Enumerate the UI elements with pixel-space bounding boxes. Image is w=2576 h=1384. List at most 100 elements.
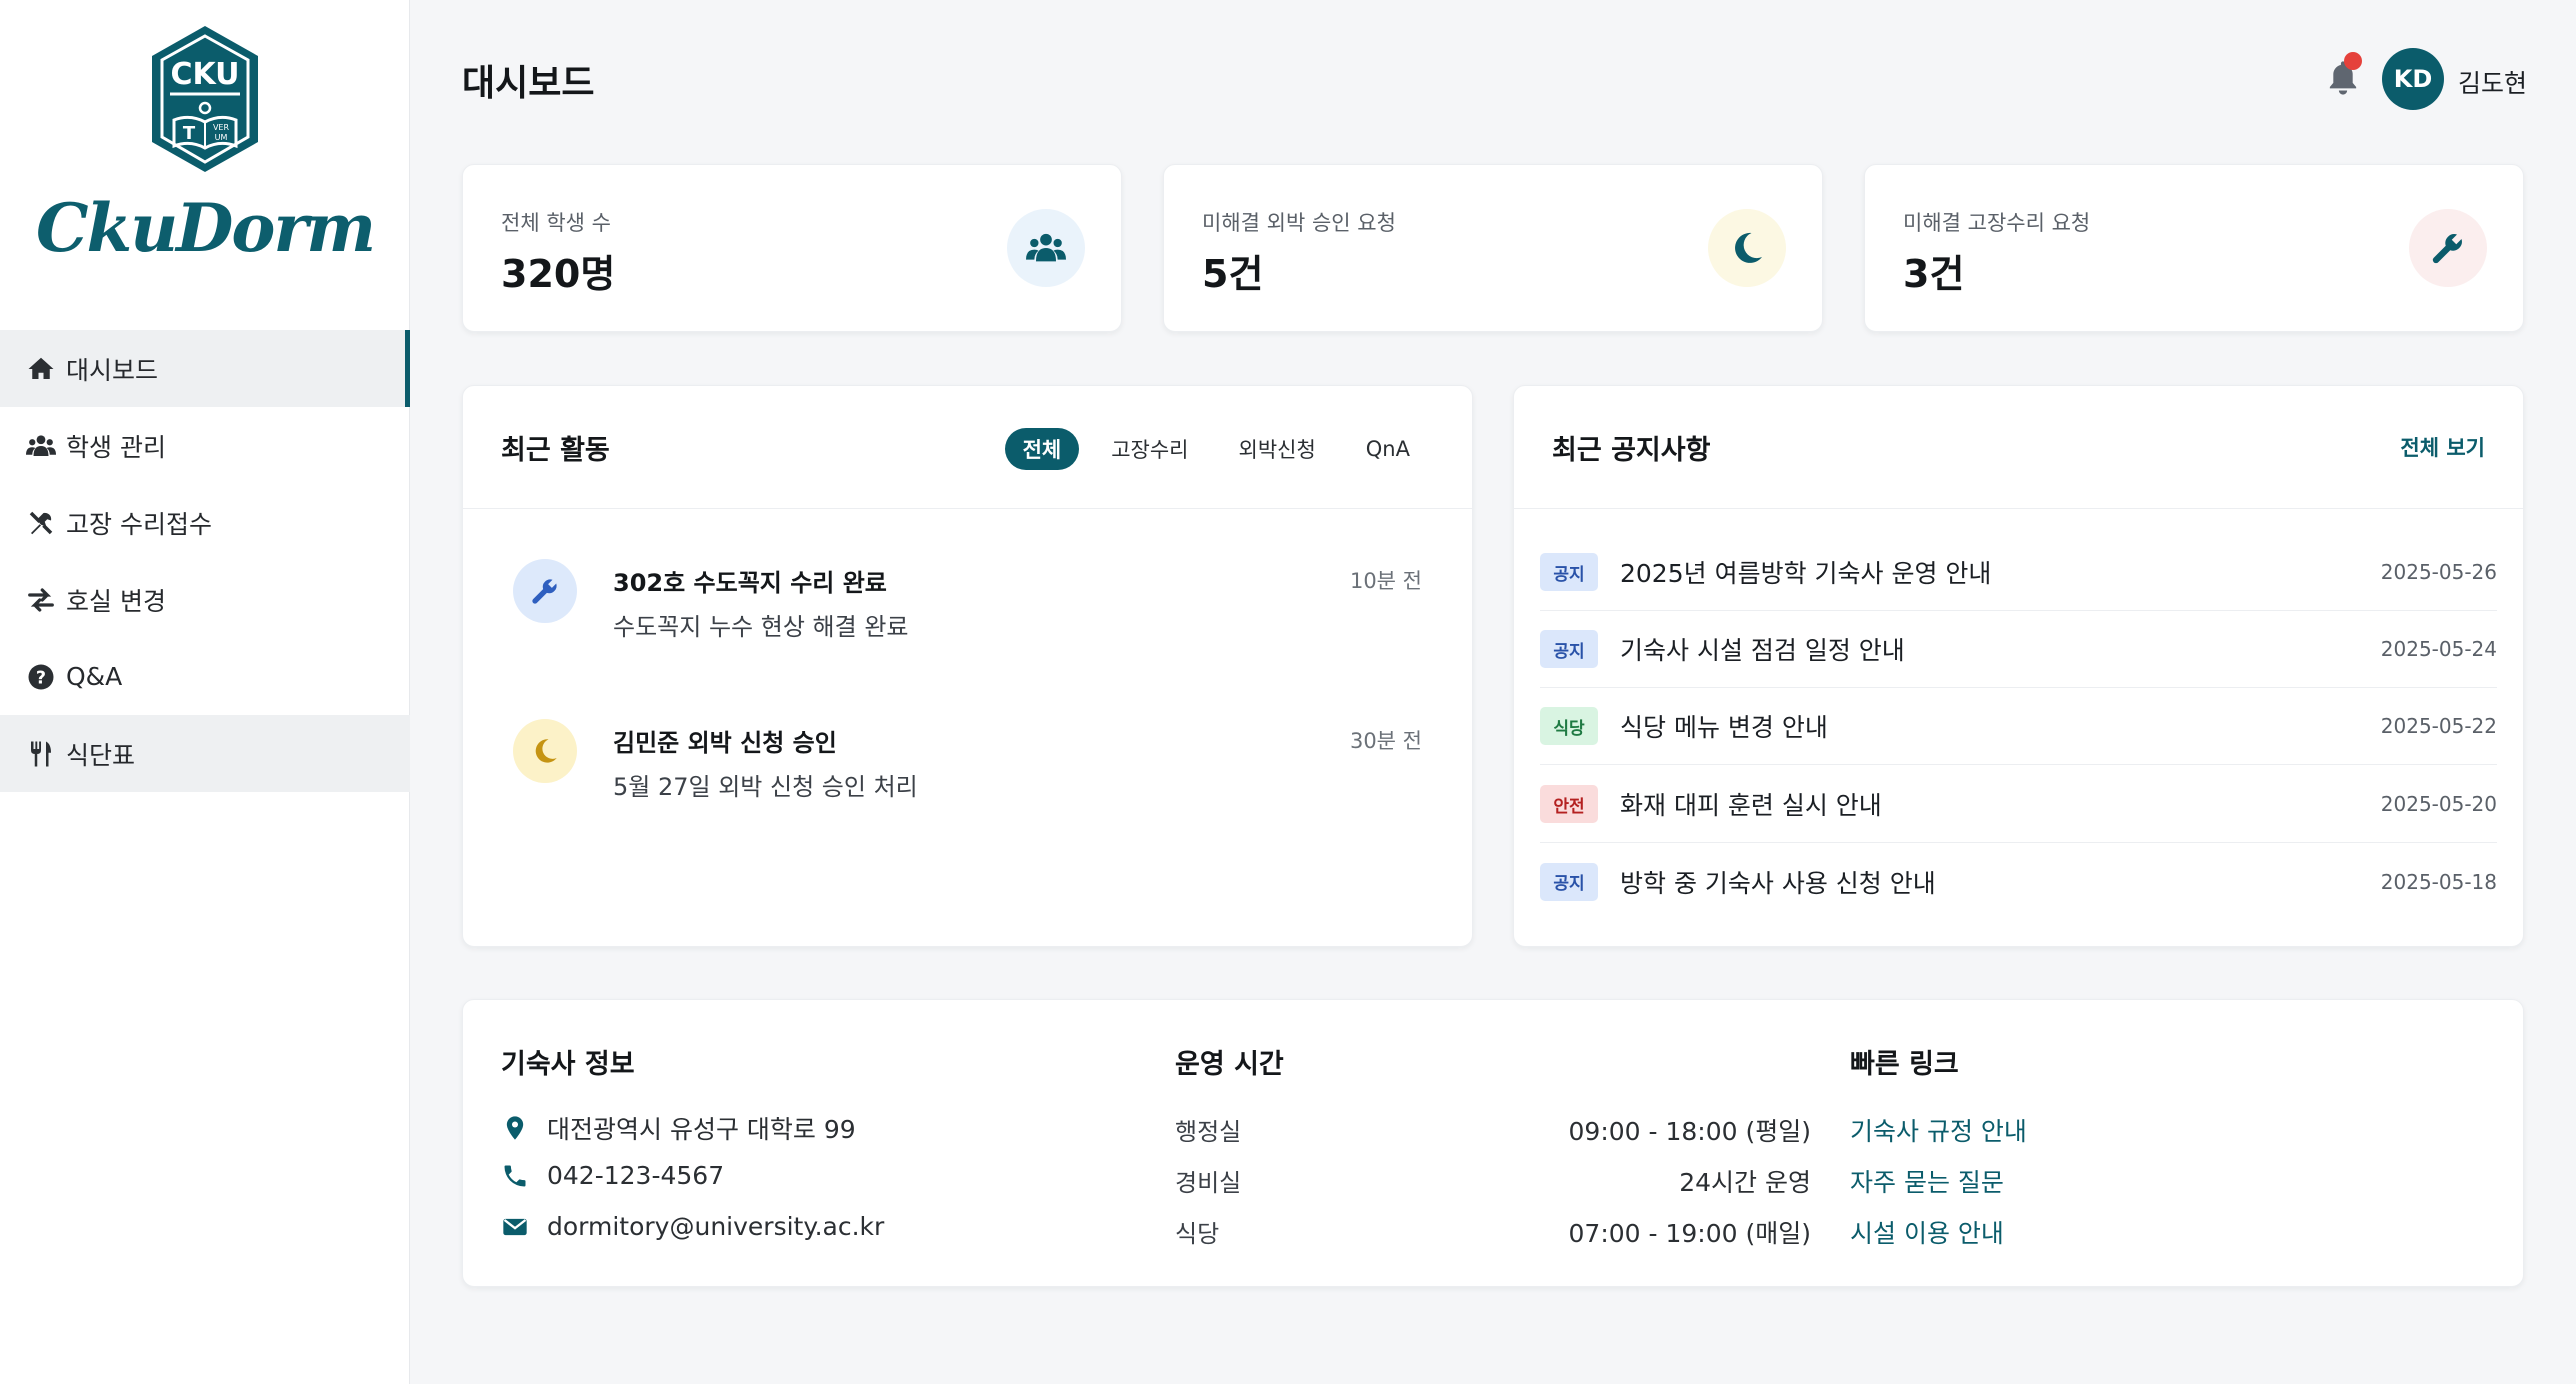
section-title: 운영 시간 [1175,1049,1284,1080]
tab-qna[interactable]: QnA [1348,428,1428,470]
tab-overnight[interactable]: 외박신청 [1221,428,1334,470]
svg-text:CKU: CKU [170,57,239,92]
activity-desc: 수도꼭지 누수 현상 해결 완료 [613,613,909,641]
notice-badge: 안전 [1540,785,1598,823]
shield-logo-icon: CKU T VER UM [152,26,258,172]
notice-row[interactable]: 안전 화재 대피 훈련 실시 안내 2025-05-20 [1540,766,2497,843]
notice-date: 2025-05-22 [2380,714,2497,738]
quick-link-faq[interactable]: 자주 묻는 질문 [1850,1163,2004,1199]
notice-date: 2025-05-18 [2380,869,2497,894]
notice-title: 방학 중 기숙사 사용 신청 안내 [1620,868,1936,898]
stat-value: 5건 [1202,252,1264,296]
dorm-info-card: 기숙사 정보 대전광역시 유성구 대학로 99 042-123-4567 dor… [462,999,2524,1287]
tab-repairs[interactable]: 고장수리 [1093,428,1206,470]
users-icon [1026,233,1066,262]
swap-icon [28,587,54,612]
activity-desc: 5월 27일 외박 신청 승인 처리 [613,773,918,801]
sidebar: CKU T VER UM CkuDorm 대시보드 학생 관리 고장 수리접수 … [0,0,410,1384]
sidebar-item-label: Q&A [66,662,123,691]
sidebar-item-label: 호실 변경 [66,586,166,616]
svg-text:T: T [183,123,196,144]
utensils-icon [31,741,51,766]
quick-link-rules[interactable]: 기숙사 규정 안내 [1850,1112,2027,1148]
sidebar-item-label: 학생 관리 [66,432,166,462]
activity-tabs: 전체 고장수리 외박신청 QnA [1004,428,1428,470]
hours-section: 운영 시간 행정실 09:00 - 18:00 (평일) 경비실 24시간 운영… [1175,1000,1811,1286]
address-line: 대전광역시 유성구 대학로 99 [501,1110,856,1146]
dorm-info-section: 기숙사 정보 대전광역시 유성구 대학로 99 042-123-4567 dor… [501,1000,1121,1286]
home-icon [28,357,54,379]
quick-link-facilities[interactable]: 시설 이용 안내 [1850,1214,2004,1250]
notice-date: 2025-05-20 [2380,792,2497,816]
stat-value: 320명 [501,252,616,296]
notice-row[interactable]: 식당 식당 메뉴 변경 안내 2025-05-22 [1540,688,2497,765]
section-title: 기숙사 정보 [501,1049,635,1080]
tab-all[interactable]: 전체 [1004,428,1080,470]
stat-card-students: 전체 학생 수 320명 [462,164,1122,332]
activity-item[interactable]: 김민준 외박 신청 승인 5월 27일 외박 신청 승인 처리 30분 전 [513,719,1422,809]
page-title: 대시보드 [462,63,595,104]
stat-card-repairs: 미해결 고장수리 요청 3건 [1864,164,2524,332]
notice-title: 식당 메뉴 변경 안내 [1620,713,1828,742]
notice-title: 화재 대피 훈련 실시 안내 [1620,791,1882,820]
moon-icon [535,739,557,763]
divider [463,508,1472,509]
sidebar-item-label: 대시보드 [66,355,159,385]
sidebar-item-qna[interactable]: ? Q&A [0,638,410,715]
avatar[interactable]: KD [2382,48,2444,110]
notification-button[interactable] [2326,52,2362,96]
moon-icon [1735,232,1762,263]
hours-label: 식당 [1175,1220,1220,1248]
notice-badge: 공지 [1540,630,1598,668]
sidebar-item-menu[interactable]: 식단표 [0,715,410,792]
sidebar-item-repairs[interactable]: 고장 수리접수 [0,484,410,561]
hours-label: 경비실 [1175,1169,1242,1197]
hours-label: 행정실 [1175,1118,1242,1146]
address-text: 대전광역시 유성구 대학로 99 [547,1115,856,1144]
quick-links-section: 빠른 링크 기숙사 규정 안내 자주 묻는 질문 시설 이용 안내 [1850,1000,2450,1286]
envelope-icon [503,1218,527,1235]
recent-notices-card: 최근 공지사항 전체 보기 공지 2025년 여름방학 기숙사 운영 안내 20… [1513,385,2524,947]
notice-row[interactable]: 공지 2025년 여름방학 기숙사 운영 안내 2025-05-26 [1540,534,2497,611]
see-all-link[interactable]: 전체 보기 [2400,432,2485,462]
section-title: 최근 공지사항 [1552,435,1711,466]
brand-logo[interactable]: CKU T VER UM CkuDorm [0,24,410,284]
notice-badge: 공지 [1540,862,1598,901]
sidebar-item-students[interactable]: 학생 관리 [0,407,410,484]
activity-icon-wrapper [513,719,577,783]
sidebar-item-dashboard[interactable]: 대시보드 [0,330,410,407]
notice-badge: 식당 [1540,707,1598,745]
phone-text: 042-123-4567 [547,1161,725,1190]
notice-row[interactable]: 공지 방학 중 기숙사 사용 신청 안내 2025-05-18 [1540,843,2497,920]
hours-value: 09:00 - 18:00 (평일) [1568,1117,1811,1146]
section-title: 빠른 링크 [1850,1049,1959,1080]
user-name[interactable]: 김도현 [2458,64,2527,100]
sidebar-nav: 대시보드 학생 관리 고장 수리접수 호실 변경 ? Q&A 식단표 [0,330,410,792]
hours-value: 24시간 운영 [1679,1168,1811,1197]
hours-value: 07:00 - 19:00 (매일) [1568,1219,1811,1248]
notice-date: 2025-05-24 [2380,637,2497,661]
stat-icon-wrapper [2409,209,2487,287]
notification-dot [2344,52,2362,70]
sidebar-item-room-change[interactable]: 호실 변경 [0,561,410,638]
section-title: 최근 활동 [501,435,610,466]
phone-icon [504,1165,526,1186]
notice-title: 2025년 여름방학 기숙사 운영 안내 [1620,559,1992,588]
svg-text:VER: VER [213,123,230,132]
email-line: dormitory@university.ac.kr [501,1212,884,1241]
tools-icon [29,511,53,534]
map-pin-icon [506,1116,524,1140]
activity-time: 10분 전 [1349,569,1422,593]
activity-icon-wrapper [513,559,577,623]
wrench-icon [2432,234,2462,264]
notice-row[interactable]: 공지 기숙사 시설 점검 일정 안내 2025-05-24 [1540,611,2497,688]
stat-card-overnight: 미해결 외박 승인 요청 5건 [1163,164,1823,332]
activity-time: 30분 전 [1349,729,1422,753]
phone-line: 042-123-4567 [501,1161,724,1190]
notice-badge: 공지 [1540,553,1598,591]
notice-title: 기숙사 시설 점검 일정 안내 [1620,636,1905,665]
wrench-icon [532,579,557,604]
users-icon [26,434,56,456]
activity-item[interactable]: 302호 수도꼭지 수리 완료 수도꼭지 누수 현상 해결 완료 10분 전 [513,559,1422,649]
stat-icon-wrapper [1007,209,1085,287]
